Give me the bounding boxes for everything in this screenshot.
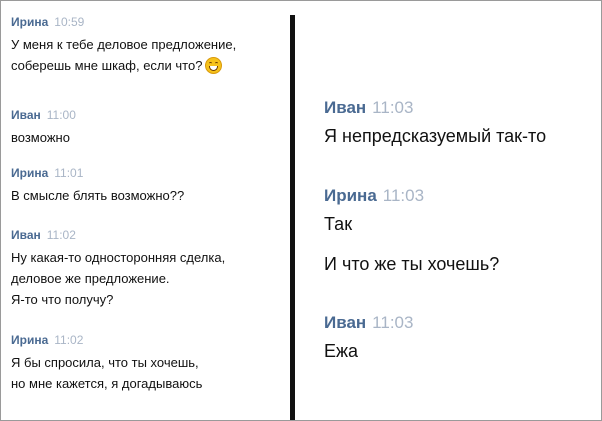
message-line: возможно — [11, 130, 70, 145]
message-line: но мне кажется, я догадываюсь — [11, 376, 203, 391]
message: Ирина 11:03 Так И что же ты хочешь? — [324, 187, 499, 276]
message-text: Ну какая-то односторонняя сделка, делово… — [11, 247, 225, 310]
message-time: 10:59 — [54, 15, 85, 29]
author-name[interactable]: Ирина — [11, 166, 48, 180]
grinning-face-emoji-icon — [205, 57, 223, 74]
message-header: Ирина 11:03 — [324, 187, 499, 204]
message-text: Так И что же ты хочешь? — [324, 212, 499, 276]
message-time: 11:03 — [372, 98, 414, 117]
message-text: У меня к тебе деловое предложение, собер… — [11, 34, 236, 76]
message-line: Я бы спросила, что ты хочешь, — [11, 355, 199, 370]
message-line: Ну какая-то односторонняя сделка, — [11, 250, 226, 265]
message-line: соберешь мне шкаф, если что? — [11, 55, 236, 76]
panel-divider — [290, 15, 295, 420]
message-line: Ежа — [324, 341, 359, 361]
message-line: В смысле блять возможно?? — [11, 188, 185, 203]
message-time: 11:03 — [372, 313, 414, 332]
author-name[interactable]: Ирина — [11, 333, 48, 347]
message-text: Я бы спросила, что ты хочешь, но мне каж… — [11, 352, 202, 394]
message-text: В смысле блять возможно?? — [11, 185, 184, 206]
message-header: Иван 11:03 — [324, 99, 546, 116]
author-name[interactable]: Иван — [324, 313, 366, 332]
message-time: 11:03 — [382, 186, 425, 205]
message-time: 11:01 — [54, 166, 84, 180]
message-line: Я непредсказуемый так-то — [324, 126, 547, 146]
author-name[interactable]: Ирина — [11, 15, 48, 29]
message: Ирина 11:01 В смысле блять возможно?? — [11, 167, 184, 206]
author-name[interactable]: Ирина — [324, 186, 377, 205]
chat-screenshot: Ирина 10:59 У меня к тебе деловое предлож… — [0, 0, 602, 421]
message-header: Ирина 11:01 — [11, 167, 184, 179]
message-line: И что же ты хочешь? — [324, 254, 500, 274]
message-line: Я-то что получу? — [11, 292, 114, 307]
message: Ирина 11:02 Я бы спросила, что ты хочешь,… — [11, 334, 202, 394]
message-header: Иван 11:03 — [324, 314, 413, 331]
message: Ирина 10:59 У меня к тебе деловое предлож… — [11, 16, 236, 76]
message-header: Иван 11:02 — [11, 229, 225, 241]
message-text: Я непредсказуемый так-то — [324, 124, 546, 148]
message: Иван 11:02 Ну какая-то односторонняя сдел… — [11, 229, 225, 310]
author-name[interactable]: Иван — [11, 228, 41, 242]
message-header: Ирина 11:02 — [11, 334, 202, 346]
message-header: Ирина 10:59 — [11, 16, 236, 28]
message: Иван 11:00 возможно — [11, 109, 76, 148]
message-line: деловое же предложение. — [11, 271, 170, 286]
message-time: 11:02 — [46, 228, 76, 242]
author-name[interactable]: Иван — [11, 108, 41, 122]
message-text: Ежа — [324, 339, 413, 363]
message-line: Так — [324, 214, 353, 234]
message-time: 11:00 — [46, 108, 76, 122]
message-time: 11:02 — [54, 333, 84, 347]
message-line: У меня к тебе деловое предложение, — [11, 37, 237, 52]
message: Иван 11:03 Ежа — [324, 314, 413, 363]
author-name[interactable]: Иван — [324, 98, 366, 117]
message: Иван 11:03 Я непредсказуемый так-то — [324, 99, 546, 148]
message-text: возможно — [11, 127, 76, 148]
message-header: Иван 11:00 — [11, 109, 76, 121]
